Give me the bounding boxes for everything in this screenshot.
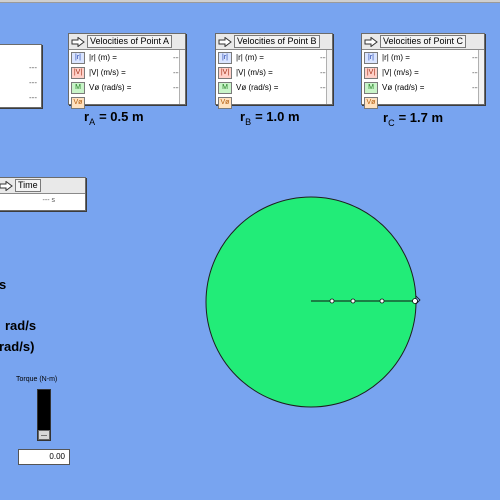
collapse-arrow-icon[interactable] xyxy=(69,35,87,49)
rim-marker xyxy=(412,298,418,304)
readout-row-vphi: M Vø (rad/s) = --- xyxy=(362,80,484,95)
readout-row-vphi: M Vø (rad/s) = --- xyxy=(216,80,332,95)
vphi-tag-icon: Vø xyxy=(71,96,85,109)
left-readout-panel: --- --- --- xyxy=(0,44,42,108)
left-readout-value: --- xyxy=(29,63,37,72)
point-a-marker xyxy=(329,298,335,304)
torque-slider-thumb[interactable] xyxy=(38,430,50,440)
top-window-edge xyxy=(0,0,500,3)
point-b-marker xyxy=(350,298,356,304)
m-tag-icon: M xyxy=(364,81,378,94)
rotation-handle-icon xyxy=(415,295,421,305)
readout-row-v: |V| |V| (m/s) = --- xyxy=(216,65,332,80)
radius-label-a: rA = 0.5 m xyxy=(84,109,144,127)
collapse-arrow-icon[interactable] xyxy=(0,179,15,193)
readout-row-r: |r| |r| (m) = --- xyxy=(216,50,332,65)
left-text-rad-per-s: rad/s xyxy=(5,318,37,333)
v-tag-icon: |V| xyxy=(71,66,85,79)
readout-row-extra: Vø xyxy=(362,95,484,110)
torque-label: Torque (N-m) xyxy=(16,376,58,383)
rotating-disk xyxy=(205,196,417,408)
panel-title-bar: Velocities of Point C xyxy=(362,34,484,50)
left-readout-row: --- xyxy=(0,60,41,75)
left-text-rad-per-s-paren: rad/s) xyxy=(0,339,35,354)
left-readout-row: --- xyxy=(0,90,41,105)
r-tag-icon: |r| xyxy=(71,51,85,64)
left-readout-value: --- xyxy=(29,93,37,102)
velocity-panel-a: Velocities of Point A |r| |r| (m) = --- |V… xyxy=(68,33,186,109)
collapse-arrow-icon[interactable] xyxy=(216,35,234,49)
panel-title-bar: Velocities of Point B xyxy=(216,34,332,50)
readout-row-r: |r| |r| (m) = --- xyxy=(362,50,484,65)
v-tag-icon: |V| xyxy=(218,66,232,79)
vphi-tag-icon: Vø xyxy=(364,96,378,109)
radius-label-c: rC = 1.7 m xyxy=(383,110,444,128)
torque-value-field[interactable]: 0.00 xyxy=(18,449,70,465)
time-panel: Time --- s xyxy=(0,177,86,211)
radius-label-b: rB = 1.0 m xyxy=(240,109,300,127)
point-c-marker xyxy=(379,298,385,304)
left-readout-value: --- xyxy=(29,78,37,87)
panel-title: Velocities of Point C xyxy=(380,35,467,48)
readout-row-vphi: M Vø (rad/s) = --- xyxy=(69,80,185,95)
panel-title: Velocities of Point B xyxy=(234,35,320,48)
panel-title: Velocities of Point A xyxy=(87,35,173,48)
v-tag-icon: |V| xyxy=(364,66,378,79)
velocity-panel-c: Velocities of Point C |r| |r| (m) = --- |V… xyxy=(361,33,485,109)
panel-title-bar: Velocities of Point A xyxy=(69,34,185,50)
collapse-arrow-icon[interactable] xyxy=(362,35,380,49)
m-tag-icon: M xyxy=(218,81,232,94)
readout-row-extra: Vø xyxy=(69,95,185,110)
panel-scrollbar[interactable] xyxy=(326,50,332,104)
torque-slider[interactable] xyxy=(37,389,51,441)
left-readout-row: --- xyxy=(0,75,41,90)
panel-scrollbar[interactable] xyxy=(478,50,484,104)
time-value: --- s xyxy=(42,197,55,204)
panel-scrollbar[interactable] xyxy=(179,50,185,104)
vphi-tag-icon: Vø xyxy=(218,96,232,109)
panel-title: Time xyxy=(15,179,41,192)
readout-row-r: |r| |r| (m) = --- xyxy=(69,50,185,65)
panel-title-bar: Time xyxy=(0,178,85,194)
readout-row-extra: Vø xyxy=(216,95,332,110)
m-tag-icon: M xyxy=(71,81,85,94)
r-tag-icon: |r| xyxy=(364,51,378,64)
velocity-panel-b: Velocities of Point B |r| |r| (m) = --- |V… xyxy=(215,33,333,109)
readout-row-v: |V| |V| (m/s) = --- xyxy=(362,65,484,80)
readout-row-v: |V| |V| (m/s) = --- xyxy=(69,65,185,80)
r-tag-icon: |r| xyxy=(218,51,232,64)
left-text-s: s xyxy=(0,277,7,292)
